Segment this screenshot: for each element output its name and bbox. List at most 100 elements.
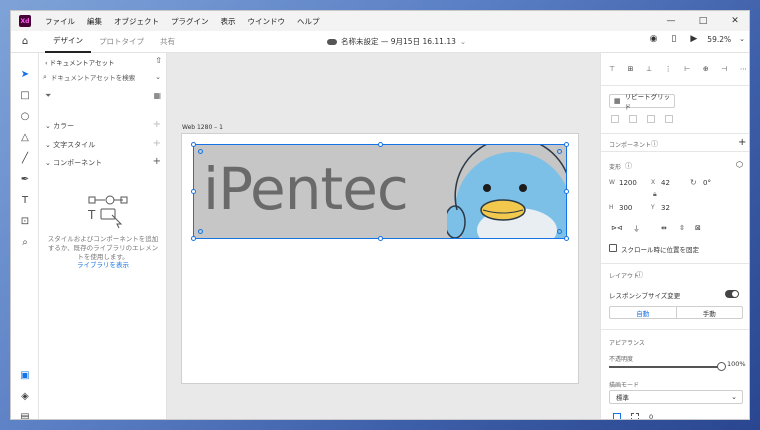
menu-edit[interactable]: 編集 [87, 16, 102, 27]
y-input[interactable]: 32 [661, 204, 670, 212]
filter-icon[interactable]: ⏷ [45, 91, 51, 100]
menu-object[interactable]: オブジェクト [114, 16, 159, 27]
layers-panel-icon[interactable]: ◈ [18, 389, 32, 403]
artboard-tool-icon[interactable]: ⊡ [18, 214, 32, 228]
align-left-icon[interactable]: ⊢ [684, 65, 690, 73]
align-bottom-icon[interactable]: ⊥ [646, 65, 652, 73]
distribute-horizontal-icon[interactable]: ⋯ [740, 65, 747, 73]
resize-handle-tl[interactable] [191, 142, 196, 147]
boolean-intersect-icon[interactable] [647, 115, 655, 123]
section-text-styles[interactable]: ⌄ 文字スタイル + [45, 138, 161, 150]
lock-aspect-icon[interactable]: 🔒︎ [653, 190, 657, 199]
menu-window[interactable]: ウインドウ [248, 16, 286, 27]
menu-file[interactable]: ファイル [45, 16, 75, 27]
x-input[interactable]: 42 [661, 179, 670, 187]
rotation-input[interactable]: 0° [703, 179, 711, 187]
info-icon[interactable]: ⓘ [625, 161, 632, 171]
assets-panel-icon[interactable]: ▣ [18, 368, 32, 382]
info-icon[interactable]: ⓘ [636, 270, 643, 280]
section-components[interactable]: ⌄ コンポーネント + [45, 156, 161, 168]
fit-height-icon[interactable]: ⇳ [679, 224, 685, 232]
height-input[interactable]: 300 [619, 204, 632, 212]
blend-mode-select[interactable]: 標準 ⌄ [609, 390, 743, 404]
fit-content-icon[interactable]: ⊠ [695, 224, 701, 232]
resize-handle-tr[interactable] [564, 142, 569, 147]
view-libraries-link[interactable]: ライブラリを表示 [45, 259, 161, 269]
corner-radius-handle[interactable] [557, 229, 562, 234]
home-icon[interactable]: ⌂ [11, 36, 39, 47]
rectangle-tool-icon[interactable]: □ [18, 88, 32, 102]
pen-tool-icon[interactable]: ✒ [18, 172, 32, 186]
resize-handle-l[interactable] [191, 189, 196, 194]
line-tool-icon[interactable]: ╱ [18, 151, 32, 165]
align-center-icon[interactable]: ⊕ [703, 65, 709, 73]
grid-view-icon[interactable]: ▦ [153, 91, 161, 100]
assets-search-input[interactable]: ⌕ ドキュメントアセットを検索 ⌄ [43, 70, 163, 84]
corner-radius-value[interactable]: 0 [649, 413, 653, 419]
corner-radius-handle[interactable] [557, 149, 562, 154]
menu-view[interactable]: 表示 [221, 16, 236, 27]
opacity-value[interactable]: 100% [727, 360, 746, 368]
tab-prototype[interactable]: プロトタイプ [91, 31, 152, 53]
resize-handle-bl[interactable] [191, 236, 196, 241]
plugins-panel-icon[interactable]: ▤ [18, 410, 32, 420]
document-title[interactable]: 名称未設定 — 9月15日 16.11.13 ⌄ [327, 36, 466, 47]
align-right-icon[interactable]: ⊣ [721, 65, 727, 73]
add-component-button[interactable]: + [738, 137, 746, 148]
add-color-icon[interactable]: + [153, 119, 161, 130]
repeat-grid-button[interactable]: ▦ リピートグリッド [609, 93, 675, 111]
zoom-level[interactable]: 59.2% [707, 35, 731, 44]
3d-transform-icon[interactable]: ⬡ [736, 160, 743, 169]
resize-handle-b[interactable] [378, 236, 383, 241]
user-icon[interactable]: ◉ [650, 34, 658, 44]
selection-box[interactable] [193, 144, 567, 239]
menu-plugins[interactable]: プラグイン [171, 16, 209, 27]
opacity-slider-track[interactable] [609, 366, 719, 368]
inspector-scrollbar[interactable] [749, 53, 750, 420]
align-top-icon[interactable]: ⊤ [609, 65, 615, 73]
corner-all-icon[interactable] [613, 413, 621, 419]
assets-header[interactable]: ‹ ドキュメントアセット [45, 57, 115, 67]
chevron-down-icon[interactable]: ⌄ [155, 73, 161, 81]
polygon-tool-icon[interactable]: △ [18, 130, 32, 144]
add-text-style-icon[interactable]: + [153, 138, 161, 149]
design-canvas[interactable]: Web 1280 – 1 iPentec [167, 53, 600, 419]
fix-position-checkbox[interactable] [609, 244, 617, 252]
responsive-manual-option[interactable]: 手動 [677, 307, 743, 318]
corner-radius-handle[interactable] [198, 149, 203, 154]
opacity-slider-handle[interactable] [717, 362, 726, 371]
flip-horizontal-icon[interactable]: ⊳⊲ [611, 224, 623, 232]
resize-handle-br[interactable] [564, 236, 569, 241]
resize-handle-t[interactable] [378, 142, 383, 147]
tab-share[interactable]: 共有 [152, 31, 183, 53]
distribute-vertical-icon[interactable]: ⋮ [665, 65, 672, 73]
artboard-label[interactable]: Web 1280 – 1 [182, 124, 223, 131]
add-component-icon[interactable]: + [153, 156, 161, 167]
resize-handle-r[interactable] [564, 189, 569, 194]
responsive-auto-option[interactable]: 自動 [610, 307, 677, 318]
corner-radius-handle[interactable] [198, 229, 203, 234]
boolean-add-icon[interactable] [611, 115, 619, 123]
width-input[interactable]: 1200 [619, 179, 637, 187]
tab-design[interactable]: デザイン [45, 31, 91, 53]
corner-individual-icon[interactable] [631, 413, 639, 419]
ellipse-tool-icon[interactable]: ○ [18, 109, 32, 123]
text-tool-icon[interactable]: T [18, 193, 32, 207]
zoom-chevron-icon[interactable]: ⌄ [739, 35, 745, 43]
play-icon[interactable]: ▶ [690, 34, 697, 44]
boolean-exclude-icon[interactable] [665, 115, 673, 123]
maximize-icon[interactable]: □ [687, 11, 719, 31]
close-icon[interactable]: ✕ [719, 11, 749, 31]
export-icon[interactable]: ⇧ [155, 56, 162, 65]
section-colors[interactable]: ⌄ カラー + [45, 119, 161, 131]
mobile-preview-icon[interactable]: ▯ [671, 34, 676, 44]
flip-vertical-icon[interactable]: ⏚ [633, 224, 640, 234]
info-icon[interactable]: ⓘ [651, 139, 658, 149]
align-middle-icon[interactable]: ⊞ [628, 65, 634, 73]
boolean-subtract-icon[interactable] [629, 115, 637, 123]
zoom-tool-icon[interactable]: ⌕ [18, 235, 32, 249]
responsive-resize-toggle[interactable] [725, 290, 739, 298]
fit-width-icon[interactable]: ⇹ [661, 224, 667, 232]
menu-help[interactable]: ヘルプ [297, 16, 320, 27]
minimize-icon[interactable]: — [655, 11, 687, 31]
